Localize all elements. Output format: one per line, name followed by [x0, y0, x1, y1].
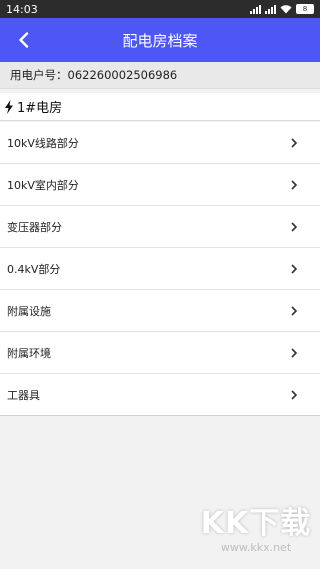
list-item[interactable]: 工器具	[0, 374, 320, 416]
chevron-right-icon	[291, 347, 298, 358]
list-item-label: 附属设施	[7, 304, 51, 318]
user-account-number: 用电户号：062260002506986	[10, 68, 178, 82]
room-name: 1#电房	[17, 101, 63, 116]
list-item[interactable]: 0.4kV部分	[0, 248, 320, 290]
room-header: 1#电房	[0, 93, 320, 121]
battery-level: 8	[302, 5, 308, 13]
list-item-label: 10kV室内部分	[7, 178, 79, 192]
list-item-label: 0.4kV部分	[7, 262, 61, 276]
page-title: 配电房档案	[122, 31, 198, 50]
app-bar: 配电房档案	[0, 18, 320, 62]
lightning-icon	[5, 99, 13, 114]
chevron-right-icon	[291, 221, 298, 232]
status-icons: 8	[250, 4, 314, 14]
user-account-bar: 用电户号：062260002506986	[0, 62, 320, 89]
list-item[interactable]: 附属环境	[0, 332, 320, 374]
section-list: 10kV线路部分 10kV室内部分 变压器部分 0.4kV部分 附属设施 附属环…	[0, 122, 320, 416]
signal-icon	[250, 4, 261, 14]
chevron-right-icon	[291, 137, 298, 148]
watermark-logo: KK下载	[200, 506, 312, 541]
list-item-label: 10kV线路部分	[7, 136, 79, 150]
chevron-right-icon	[291, 389, 298, 400]
list-item[interactable]: 附属设施	[0, 290, 320, 332]
chevron-right-icon	[291, 305, 298, 316]
chevron-right-icon	[291, 179, 298, 190]
list-item-label: 变压器部分	[7, 220, 62, 234]
watermark-url: www.kkx.net	[220, 541, 292, 554]
chevron-right-icon	[291, 263, 298, 274]
chevron-left-icon	[19, 32, 29, 48]
watermark: KK下载 www.kkx.net	[200, 507, 312, 563]
status-bar: 14:03 8	[0, 0, 320, 18]
list-item-label: 工器具	[7, 388, 40, 402]
list-item[interactable]: 变压器部分	[0, 206, 320, 248]
list-item[interactable]: 10kV线路部分	[0, 122, 320, 164]
list-item-label: 附属环境	[7, 346, 51, 360]
battery-icon: 8	[296, 4, 314, 14]
wifi-icon	[280, 5, 292, 14]
signal-icon-2	[265, 4, 276, 14]
list-item[interactable]: 10kV室内部分	[0, 164, 320, 206]
back-button[interactable]	[12, 28, 36, 52]
status-time: 14:03	[6, 2, 38, 16]
